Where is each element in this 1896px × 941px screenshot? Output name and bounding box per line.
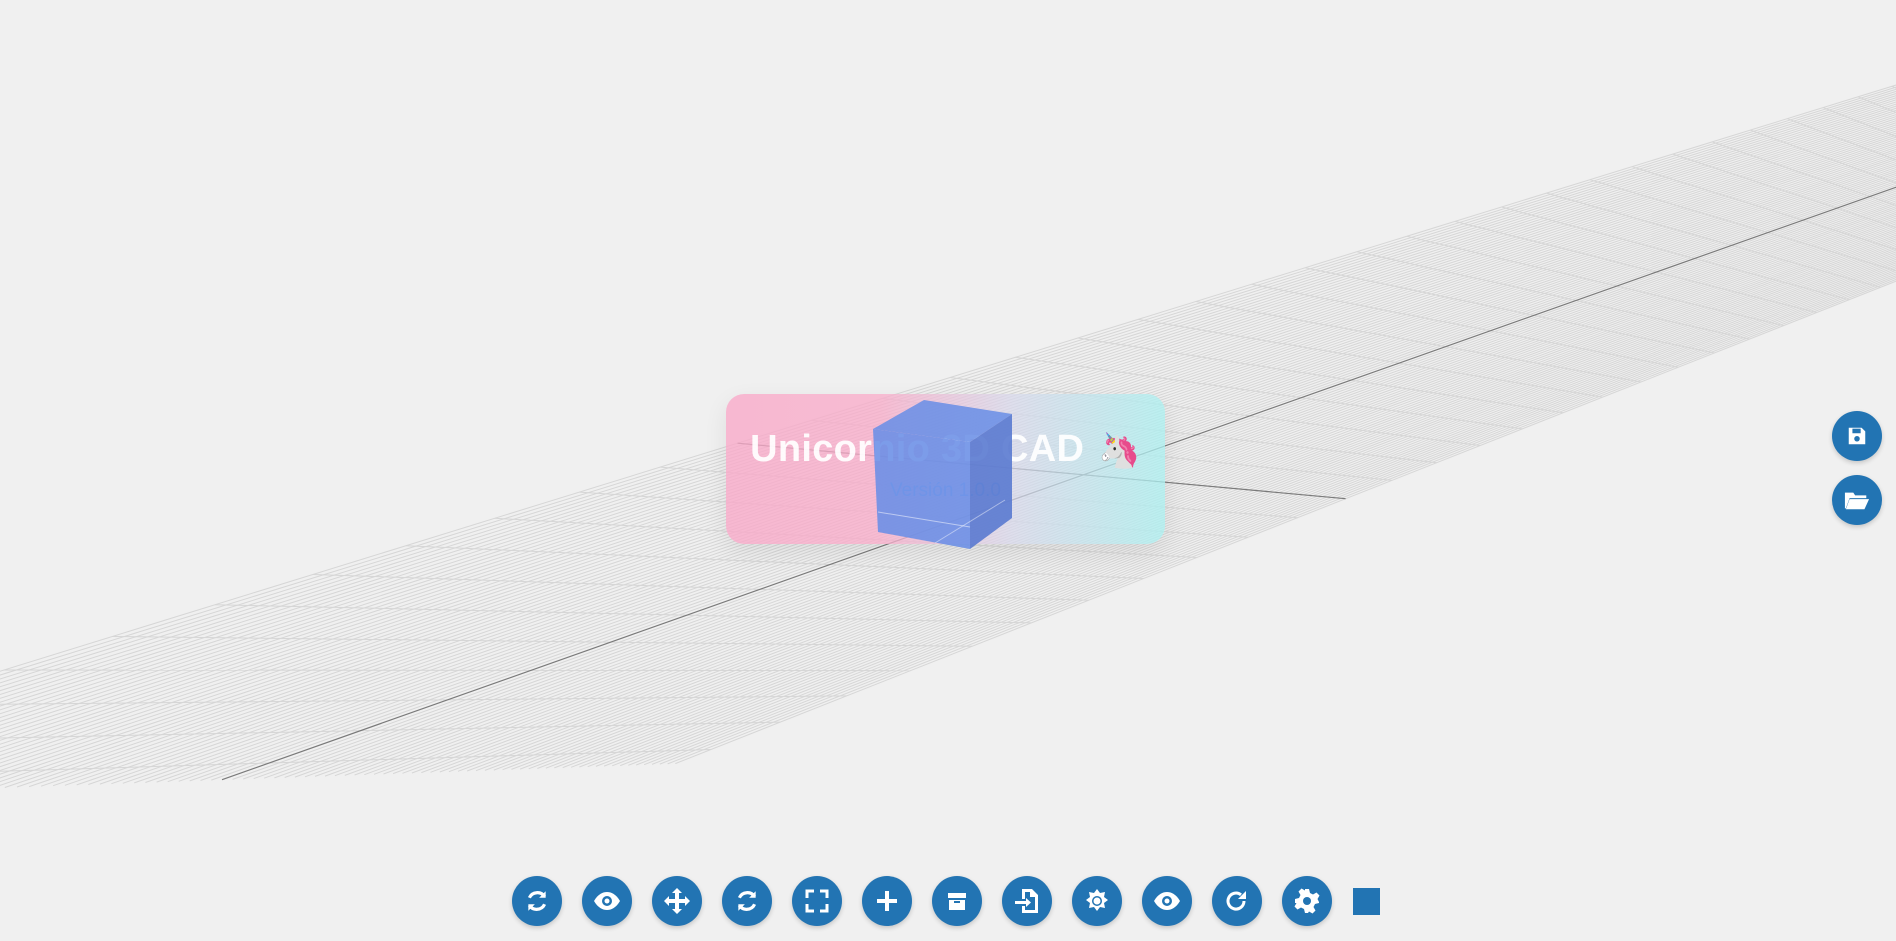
grid-line — [134, 170, 1896, 784]
expand-icon — [805, 889, 829, 913]
grid-line — [612, 266, 1896, 767]
visibility-button[interactable] — [1142, 876, 1192, 926]
grid-line — [344, 209, 1896, 776]
grid-line — [88, 162, 1896, 785]
grid-line — [643, 273, 1896, 766]
grid-line — [595, 262, 1896, 767]
file-import-icon — [1014, 888, 1040, 914]
lighting-button[interactable] — [1072, 876, 1122, 926]
open-button[interactable] — [1832, 475, 1882, 525]
grid-line — [545, 251, 1896, 769]
grid-line — [364, 213, 1896, 776]
eye-icon — [593, 891, 621, 911]
move-icon — [663, 887, 691, 915]
grid-line — [3, 669, 911, 672]
redo-button[interactable] — [1212, 876, 1262, 926]
grid-line — [421, 225, 1896, 774]
grid-line — [562, 255, 1896, 769]
save-icon — [1846, 425, 1868, 447]
grid-line — [274, 196, 1896, 779]
add-object-button[interactable] — [862, 876, 912, 926]
view-button[interactable] — [582, 876, 632, 926]
add-box-button[interactable] — [932, 876, 982, 926]
app-version: Versión 1.0.0 — [890, 480, 1001, 501]
grid-line — [284, 198, 1896, 778]
grid-line — [475, 236, 1896, 772]
grid-line — [294, 200, 1896, 778]
grid-line — [0, 695, 847, 705]
color-picker-swatch[interactable] — [1353, 888, 1380, 915]
gear-icon — [1294, 888, 1320, 914]
unicorn-icon: 🦄 — [1098, 431, 1141, 470]
splash-title: Unicornio 3D CAD 🦄 — [726, 428, 1165, 471]
grid-line — [189, 180, 1896, 782]
grid-line — [493, 240, 1896, 771]
3d-viewport[interactable]: Unicornio 3D CAD 🦄 Versión 1.0.0 — [0, 0, 1896, 941]
folder-open-icon — [1844, 489, 1870, 511]
import-button[interactable] — [1002, 876, 1052, 926]
move-button[interactable] — [652, 876, 702, 926]
refresh-button[interactable] — [512, 876, 562, 926]
sync-icon — [524, 888, 550, 914]
sun-icon — [1084, 888, 1110, 914]
grid-line — [111, 166, 1896, 785]
rotate-icon — [734, 888, 760, 914]
rotate-button[interactable] — [722, 876, 772, 926]
grid-line — [211, 184, 1896, 781]
grid-line — [439, 229, 1896, 773]
redo-icon — [1225, 889, 1249, 913]
eye-outline-icon — [1153, 891, 1181, 911]
scale-button[interactable] — [792, 876, 842, 926]
plus-icon — [875, 889, 899, 913]
grid-line — [304, 202, 1896, 778]
save-button[interactable] — [1832, 411, 1882, 461]
splash-card: Unicornio 3D CAD 🦄 Versión 1.0.0 — [726, 394, 1165, 544]
grid-line — [659, 277, 1896, 765]
box-icon — [945, 889, 969, 913]
app-title: Unicornio 3D CAD — [750, 428, 1085, 470]
settings-button[interactable] — [1282, 876, 1332, 926]
